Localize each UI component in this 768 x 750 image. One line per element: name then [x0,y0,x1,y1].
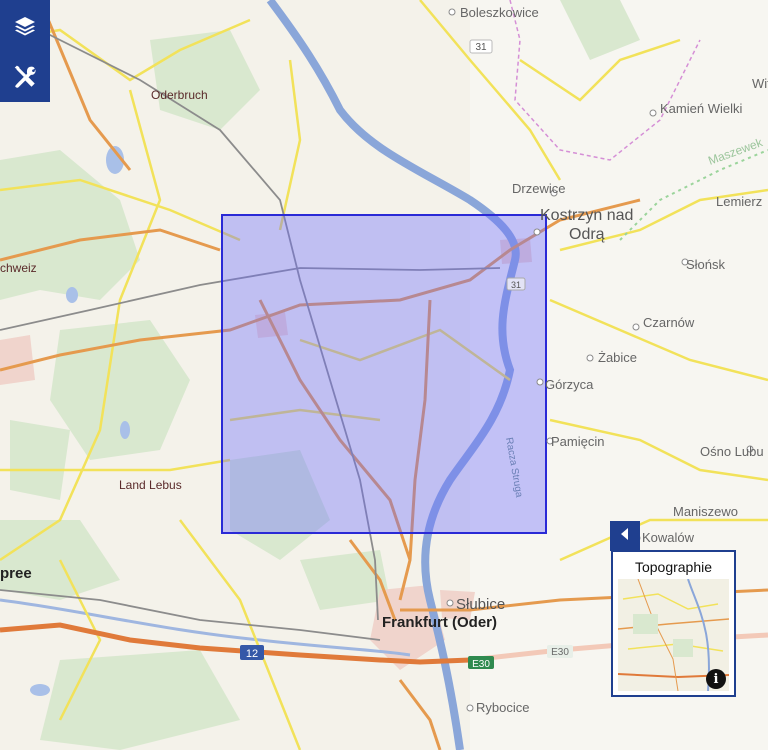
road-shield-31: 31 [469,39,493,54]
label-slonsk: Słońsk [686,257,726,272]
svg-text:E30: E30 [551,647,569,658]
label-rybocice: Rybocice [476,700,529,715]
svg-text:12: 12 [246,648,258,660]
map-toolbar [0,0,50,102]
road-shield-12: 12 [240,645,264,660]
svg-text:31: 31 [475,42,487,53]
tools-icon [12,64,38,90]
tools-button[interactable] [0,51,50,102]
label-lemierz: Lemierz [716,194,762,209]
overview-map-panel: Topographie i [611,550,736,697]
label-zabice: Żabice [598,350,637,365]
selection-rectangle[interactable] [221,214,547,534]
label-oderbruch: Oderbruch [151,88,208,102]
overview-title: Topographie [634,559,713,575]
label-schweiz: chweiz [0,261,37,275]
label-kostrzyn-2: Odrą [569,226,605,243]
label-gorzyca: Górzyca [545,377,594,392]
road-shield-e30b: E30 [547,645,573,658]
road-shield-31b: 31 [506,277,526,291]
label-drzewice: Drzewice [512,181,565,196]
info-icon[interactable]: i [706,669,726,689]
label-czarnow: Czarnów [643,315,695,330]
label-kostrzyn-1: Kostrzyn nad [540,207,633,224]
road-shield-e30a: E30 [468,656,494,670]
label-pamiecin: Pamięcin [551,434,604,449]
label-osno-lubu: Ośno Lubu [700,444,764,459]
label-wit: Wit [752,76,768,91]
caret-left-icon [619,527,631,546]
layers-button[interactable] [0,0,50,51]
label-pree: pree [0,565,32,582]
label-maniszewo: Maniszewo [673,504,738,519]
label-frankfurt: Frankfurt (Oder) [382,614,497,631]
label-boleszkowice: Boleszkowice [460,5,539,20]
overview-collapse-button[interactable] [610,521,640,551]
svg-text:E30: E30 [472,659,490,670]
label-slubice: Słubice [456,596,505,613]
label-land-lebus: Land Lebus [119,478,182,492]
label-kowalow: Kowalów [642,530,695,545]
svg-text:31: 31 [511,280,521,290]
label-kamien-wielki: Kamień Wielki [660,101,742,116]
layers-icon [13,14,37,38]
